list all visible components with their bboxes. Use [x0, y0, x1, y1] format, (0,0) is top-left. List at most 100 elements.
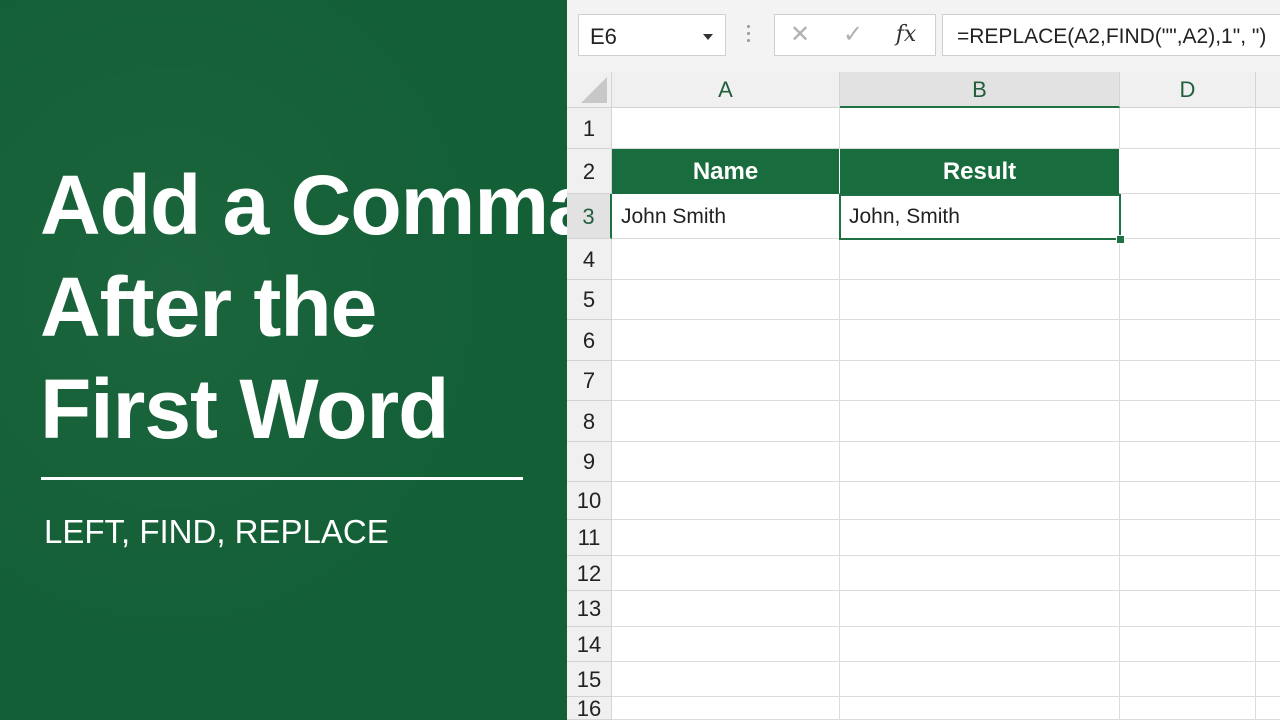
grid-cell[interactable]: [1256, 556, 1280, 591]
grid-cell[interactable]: [1256, 662, 1280, 697]
grid-cell[interactable]: [840, 320, 1120, 361]
grid-cell[interactable]: [1256, 482, 1280, 520]
grid-cell[interactable]: [612, 401, 840, 442]
grid-cell[interactable]: [840, 482, 1120, 520]
grid-cell[interactable]: [840, 280, 1120, 320]
grid-cell[interactable]: [612, 556, 840, 591]
formula-buttons: ✕ ✓ fx: [774, 14, 936, 56]
fill-handle[interactable]: [1116, 235, 1125, 244]
row-header-14[interactable]: 14: [567, 627, 612, 662]
grid-cell[interactable]: [840, 401, 1120, 442]
grid-cell[interactable]: [612, 662, 840, 697]
row-header-2[interactable]: 2: [567, 149, 612, 194]
grid-cell[interactable]: [612, 280, 840, 320]
grid-cell[interactable]: [1256, 361, 1280, 401]
table-header-result[interactable]: Result: [840, 149, 1120, 194]
grid-cell[interactable]: [612, 697, 840, 720]
grid-cell[interactable]: [1120, 239, 1256, 280]
grid-cell[interactable]: [612, 361, 840, 401]
grid-cell[interactable]: [840, 591, 1120, 627]
column-header-b[interactable]: B: [840, 72, 1120, 108]
grid-cell[interactable]: [1256, 697, 1280, 720]
insert-function-icon[interactable]: fx: [891, 20, 921, 50]
select-all-icon: [581, 77, 607, 103]
drag-handle-icon[interactable]: [747, 25, 750, 47]
grid-cell[interactable]: [1120, 149, 1256, 194]
row-header-12[interactable]: 12: [567, 556, 612, 591]
grid-cell[interactable]: [840, 662, 1120, 697]
row-header-13[interactable]: 13: [567, 591, 612, 627]
grid-cell[interactable]: [612, 320, 840, 361]
row-header-3[interactable]: 3: [567, 194, 612, 239]
grid-cell[interactable]: [1120, 280, 1256, 320]
grid-cell[interactable]: [1256, 239, 1280, 280]
grid-cell[interactable]: [840, 556, 1120, 591]
grid-cell[interactable]: [1256, 108, 1280, 149]
grid-cell[interactable]: [612, 442, 840, 482]
grid-cell[interactable]: [1120, 591, 1256, 627]
grid-cell[interactable]: [1256, 442, 1280, 482]
cancel-icon[interactable]: ✕: [785, 20, 815, 50]
grid-cell[interactable]: [1120, 662, 1256, 697]
grid-cell[interactable]: [1256, 320, 1280, 361]
active-cell-border: [839, 194, 1121, 240]
grid-cell[interactable]: [1256, 194, 1280, 239]
grid-cell[interactable]: [840, 108, 1120, 149]
grid-cell[interactable]: [1256, 401, 1280, 442]
column-header-d[interactable]: D: [1120, 72, 1256, 108]
grid-cell[interactable]: [1120, 442, 1256, 482]
grid-cell[interactable]: [1256, 591, 1280, 627]
formula-input[interactable]: =REPLACE(A2,FIND("",A2),1", "): [942, 14, 1280, 56]
grid-cell[interactable]: [612, 108, 840, 149]
grid-cell[interactable]: [1120, 361, 1256, 401]
row-header-9[interactable]: 9: [567, 442, 612, 482]
cell-a3[interactable]: John Smith: [612, 194, 840, 239]
column-header-next[interactable]: [1256, 72, 1280, 108]
grid-cell[interactable]: [1120, 320, 1256, 361]
grid-cell[interactable]: [1120, 697, 1256, 720]
grid-cell[interactable]: [840, 520, 1120, 556]
grid-cell[interactable]: [612, 482, 840, 520]
name-box[interactable]: E6: [578, 14, 726, 56]
grid-cell[interactable]: [840, 442, 1120, 482]
row-header-8[interactable]: 8: [567, 401, 612, 442]
grid-cell[interactable]: [1120, 401, 1256, 442]
subtitle: LEFT, FIND, REPLACE: [44, 513, 389, 550]
spreadsheet-window: E6 ✕ ✓ fx =REPLACE(A2,FIND("",A2),1", ")…: [567, 0, 1280, 720]
column-header-a[interactable]: A: [612, 72, 840, 108]
chevron-down-icon[interactable]: [703, 34, 713, 40]
row-header-16[interactable]: 16: [567, 697, 612, 720]
grid-cell[interactable]: [1120, 108, 1256, 149]
grid-cell[interactable]: [840, 627, 1120, 662]
grid-cell[interactable]: [612, 591, 840, 627]
title-line-3: First Word: [40, 362, 449, 456]
grid-cell[interactable]: [1120, 556, 1256, 591]
row-header-5[interactable]: 5: [567, 280, 612, 320]
row-header-11[interactable]: 11: [567, 520, 612, 556]
row-header-7[interactable]: 7: [567, 361, 612, 401]
grid-cell[interactable]: [1120, 627, 1256, 662]
grid-cell[interactable]: [1120, 520, 1256, 556]
grid-cell[interactable]: [1256, 520, 1280, 556]
grid-cell[interactable]: [1120, 194, 1256, 239]
grid-cell[interactable]: [1256, 280, 1280, 320]
grid-cell[interactable]: [612, 239, 840, 280]
grid-cell[interactable]: [1256, 627, 1280, 662]
grid-cell[interactable]: [840, 697, 1120, 720]
grid-cell[interactable]: [840, 239, 1120, 280]
enter-icon[interactable]: ✓: [838, 20, 868, 50]
row-header-1[interactable]: 1: [567, 108, 612, 149]
title-divider: [41, 477, 523, 480]
table-header-name[interactable]: Name: [612, 149, 840, 194]
formula-bar: E6 ✕ ✓ fx =REPLACE(A2,FIND("",A2),1", "): [567, 0, 1280, 73]
grid-cell[interactable]: [840, 361, 1120, 401]
grid-cell[interactable]: [612, 627, 840, 662]
row-header-6[interactable]: 6: [567, 320, 612, 361]
row-header-10[interactable]: 10: [567, 482, 612, 520]
row-header-15[interactable]: 15: [567, 662, 612, 697]
grid-cell[interactable]: [1120, 482, 1256, 520]
select-all-corner[interactable]: [567, 72, 612, 108]
grid-cell[interactable]: [612, 520, 840, 556]
row-header-4[interactable]: 4: [567, 239, 612, 280]
grid-cell[interactable]: [1256, 149, 1280, 194]
